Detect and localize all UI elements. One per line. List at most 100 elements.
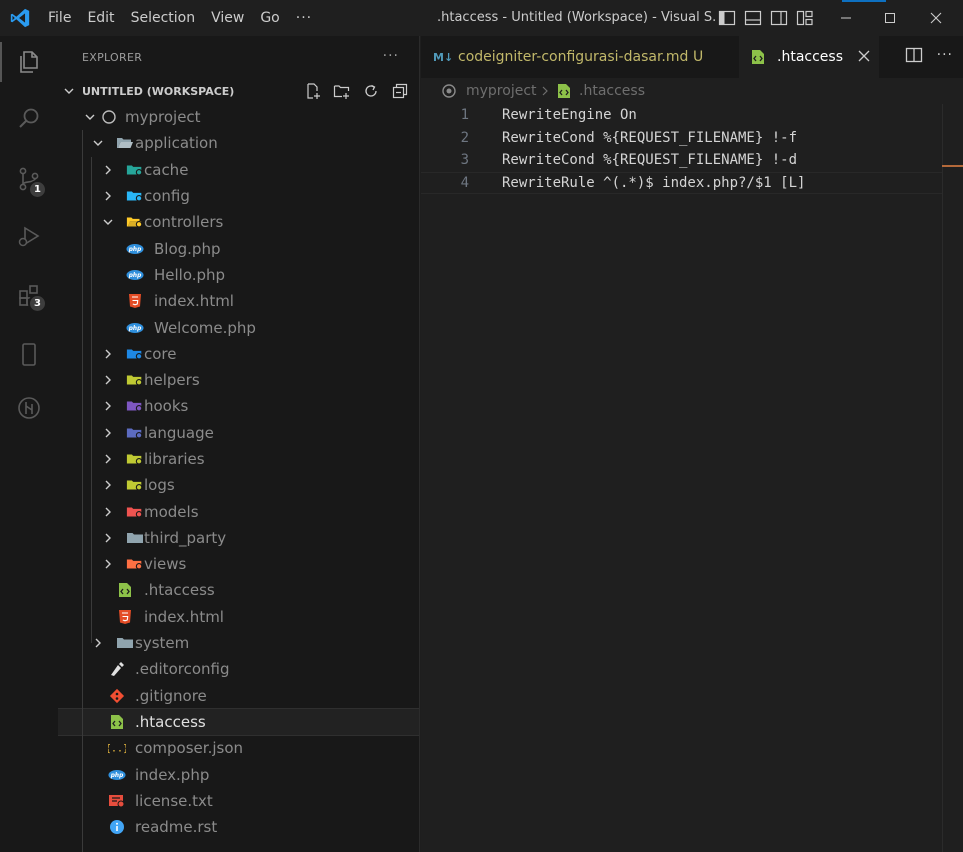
tree-folder-application[interactable]: application	[58, 130, 419, 156]
tree-item-label: index.html	[154, 292, 234, 311]
new-file-icon[interactable]	[302, 80, 324, 102]
workspace-actions	[302, 80, 411, 102]
tree-file-readme-rst[interactable]: readme.rst	[58, 814, 419, 840]
remote-explorer-activity[interactable]	[0, 330, 58, 378]
tree-folder-config[interactable]: config	[58, 183, 419, 209]
chevron-right-icon	[101, 531, 115, 545]
collapse-all-icon[interactable]	[389, 80, 411, 102]
git-graph-activity[interactable]	[0, 384, 58, 432]
tree-file-index-html[interactable]: index.html	[58, 288, 419, 314]
tree-item-label: core	[144, 344, 177, 363]
code-text[interactable]: RewriteCond %{REQUEST_FILENAME} !-f	[502, 130, 797, 146]
breadcrumb-file[interactable]: .htaccess	[579, 83, 645, 99]
tree-file-license-txt[interactable]: license.txt	[58, 788, 419, 814]
code-editor[interactable]: 1 RewriteEngine On 2 RewriteCond %{REQUE…	[421, 104, 963, 852]
source-control-badge: 1	[28, 180, 47, 199]
tab-htaccess[interactable]: .htaccess	[739, 36, 879, 78]
more-actions-icon[interactable]: ···	[937, 46, 953, 68]
tree-folder-views[interactable]: views	[58, 551, 419, 577]
close-tab-icon[interactable]	[857, 49, 871, 67]
editor-scrollbar[interactable]	[942, 104, 963, 852]
code-line[interactable]: 2 RewriteCond %{REQUEST_FILENAME} !-f	[421, 127, 942, 150]
current-code-line[interactable]: 4 RewriteRule ^(.*)$ index.php?/$1 [L]	[421, 171, 942, 194]
svg-text:{..}: {..}	[108, 744, 126, 755]
tab-markdown[interactable]: M↓ codeigniter-configurasi-dasar.md U	[421, 36, 739, 78]
php-icon: php	[126, 319, 144, 337]
explorer-more-button[interactable]: ···	[383, 48, 399, 64]
search-activity[interactable]	[0, 95, 58, 143]
tree-folder-libraries[interactable]: libraries	[58, 446, 419, 472]
tree-item-label: .htaccess	[144, 581, 215, 600]
menu-view[interactable]: View	[203, 0, 252, 36]
tree-folder-third-party[interactable]: third_party	[58, 525, 419, 551]
minimize-button[interactable]	[823, 0, 869, 36]
hooks-folder-icon	[126, 397, 144, 415]
tree-folder-myproject[interactable]: myproject	[58, 104, 419, 130]
close-window-button[interactable]	[913, 0, 959, 36]
explorer-header: EXPLORER ···	[58, 36, 419, 78]
htaccess-icon	[751, 49, 765, 69]
chevron-right-icon	[101, 347, 115, 361]
code-text[interactable]: RewriteRule ^(.*)$ index.php?/$1 [L]	[502, 175, 805, 191]
new-folder-icon[interactable]	[331, 80, 353, 102]
extensions-activity[interactable]: 3	[0, 272, 58, 320]
line-number: 2	[460, 129, 469, 146]
menu-file[interactable]: File	[40, 0, 79, 36]
toggle-primary-sidebar-icon[interactable]	[718, 9, 736, 27]
run-debug-activity[interactable]	[0, 212, 58, 260]
tree-file-gitignore[interactable]: .gitignore	[58, 683, 419, 709]
tree-file-editorconfig[interactable]: .editorconfig	[58, 656, 419, 682]
tree-folder-helpers[interactable]: helpers	[58, 367, 419, 393]
workspace-name: UNTITLED (WORKSPACE)	[82, 84, 235, 98]
workspace-section-header[interactable]: UNTITLED (WORKSPACE)	[58, 78, 419, 104]
views-folder-icon	[126, 555, 144, 573]
customize-layout-icon[interactable]	[796, 9, 814, 27]
tree-file-index-php[interactable]: php index.php	[58, 761, 419, 787]
tree-item-label: helpers	[144, 371, 200, 390]
language-folder-icon	[126, 424, 144, 442]
breadcrumb-project[interactable]: myproject	[466, 83, 537, 99]
line-number: 1	[460, 107, 469, 124]
tree-folder-core[interactable]: core	[58, 341, 419, 367]
chevron-right-icon	[540, 84, 550, 102]
tree-item-label: index.html	[144, 607, 224, 626]
markdown-icon: M↓	[433, 50, 454, 64]
code-line[interactable]: 1 RewriteEngine On	[421, 104, 942, 127]
tree-folder-logs[interactable]: logs	[58, 472, 419, 498]
maximize-button[interactable]	[867, 0, 913, 36]
tree-item-label: models	[144, 502, 199, 521]
menu-more-button[interactable]: ···	[288, 0, 320, 36]
tree-file-welcome-php[interactable]: php Welcome.php	[58, 314, 419, 340]
menu-selection[interactable]: Selection	[123, 0, 204, 36]
tree-folder-controllers[interactable]: controllers	[58, 209, 419, 235]
menu-go[interactable]: Go	[252, 0, 287, 36]
toggle-secondary-sidebar-icon[interactable]	[770, 9, 788, 27]
tree-folder-language[interactable]: language	[58, 420, 419, 446]
split-editor-icon[interactable]	[905, 46, 923, 68]
toggle-panel-icon[interactable]	[744, 9, 762, 27]
tree-file-hello-php[interactable]: php Hello.php	[58, 262, 419, 288]
tree-folder-system[interactable]: system	[58, 630, 419, 656]
code-text[interactable]: RewriteEngine On	[502, 107, 637, 123]
menu-bar: File Edit Selection View Go ···	[40, 0, 320, 36]
tree-folder-cache[interactable]: cache	[58, 157, 419, 183]
tree-item-label: Welcome.php	[154, 318, 256, 337]
tree-folder-hooks[interactable]: hooks	[58, 393, 419, 419]
source-control-activity[interactable]: 1	[0, 155, 58, 203]
tree-file-index-html[interactable]: index.html	[58, 604, 419, 630]
activity-bar: 1 3	[0, 36, 58, 852]
code-line[interactable]: 3 RewriteCond %{REQUEST_FILENAME} !-d	[421, 149, 942, 172]
tree-file-composer-json[interactable]: {..} composer.json	[58, 735, 419, 761]
explorer-activity[interactable]	[0, 38, 58, 86]
code-text[interactable]: RewriteCond %{REQUEST_FILENAME} !-d	[502, 152, 797, 168]
tree-file-htaccess[interactable]: .htaccess	[58, 577, 419, 603]
refresh-icon[interactable]	[360, 80, 382, 102]
htaccess-icon	[557, 83, 571, 103]
chevron-down-icon	[83, 110, 97, 124]
menu-edit[interactable]: Edit	[79, 0, 122, 36]
editor-tabs: M↓ codeigniter-configurasi-dasar.md U .h…	[421, 36, 963, 78]
html-icon	[126, 292, 144, 310]
tree-folder-models[interactable]: models	[58, 498, 419, 524]
tree-file-htaccess[interactable]: .htaccess	[58, 707, 419, 737]
tree-file-blog-php[interactable]: php Blog.php	[58, 235, 419, 261]
